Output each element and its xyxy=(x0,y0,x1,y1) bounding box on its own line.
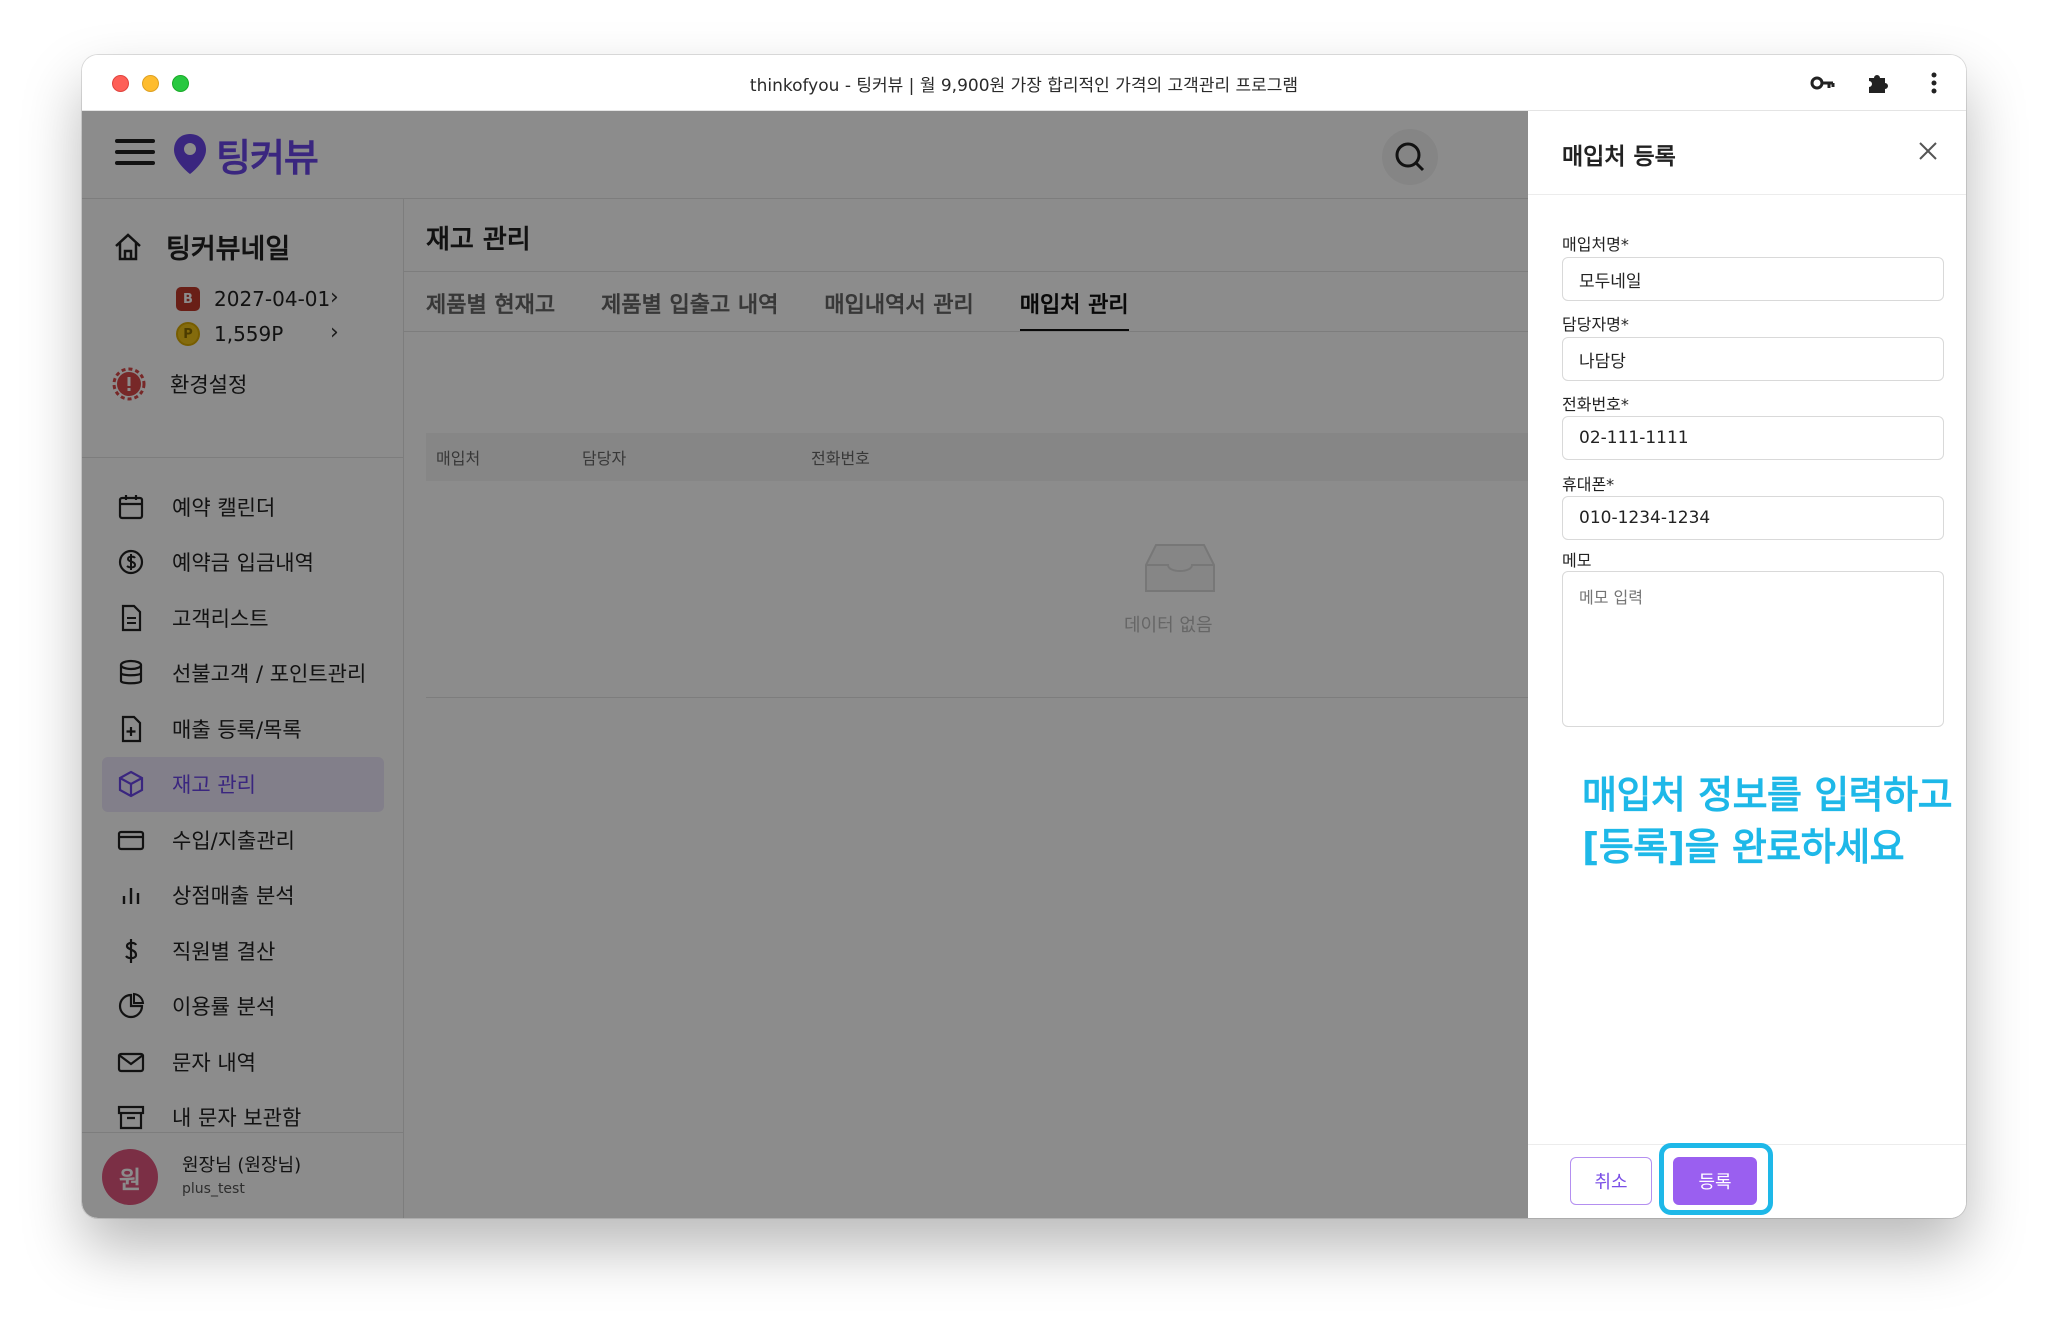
drawer-header: 매입처 등록 xyxy=(1528,111,1966,195)
supplier-name-label: 매입처명* xyxy=(1562,235,1629,254)
phone-input[interactable]: 02-111-1111 xyxy=(1562,416,1944,460)
manager-name-input[interactable]: 나담당 xyxy=(1562,337,1944,381)
modal-overlay[interactable] xyxy=(82,111,1528,1218)
memo-textarea[interactable] xyxy=(1562,571,1944,727)
title-bar: thinkofyou - 팅커뷰 | 월 9,900원 가장 합리적인 가격의 … xyxy=(82,55,1966,111)
key-icon[interactable] xyxy=(1808,69,1836,97)
puzzle-icon[interactable] xyxy=(1864,69,1892,97)
instruction-hint-line: 매입처 정보를 입력하고 xyxy=(1582,773,1953,817)
window-title: thinkofyou - 팅커뷰 | 월 9,900원 가장 합리적인 가격의 … xyxy=(749,76,1299,96)
app-area: 팅커뷰 팅커뷰네일 B 2027-04-01 › P 1,559P › 환경설정… xyxy=(82,111,1966,1218)
mobile-input[interactable]: 010-1234-1234 xyxy=(1562,496,1944,540)
drawer-footer: 취소 등록 xyxy=(1528,1143,1966,1218)
phone-label: 전화번호* xyxy=(1562,395,1629,414)
cancel-button[interactable]: 취소 xyxy=(1570,1157,1652,1205)
submit-button[interactable]: 등록 xyxy=(1673,1157,1757,1205)
drawer-title: 매입처 등록 xyxy=(1562,144,1676,170)
memo-label: 메모 xyxy=(1562,551,1592,570)
supplier-register-drawer: 매입처 등록 매입처명* 모두네일 담당자명* 나담당 전화번호* 02-111… xyxy=(1528,111,1966,1218)
mobile-label: 휴대폰* xyxy=(1562,475,1615,494)
instruction-hint: 매입처 정보를 입력하고 [등록]을 완료하세요 xyxy=(1582,769,1953,873)
close-icon[interactable] xyxy=(1916,139,1940,163)
browser-window: thinkofyou - 팅커뷰 | 월 9,900원 가장 합리적인 가격의 … xyxy=(82,55,1966,1218)
supplier-name-input[interactable]: 모두네일 xyxy=(1562,257,1944,301)
more-vertical-icon[interactable] xyxy=(1920,69,1948,97)
manager-name-label: 담당자명* xyxy=(1562,315,1629,334)
instruction-hint-line: [등록]을 완료하세요 xyxy=(1582,825,1905,869)
